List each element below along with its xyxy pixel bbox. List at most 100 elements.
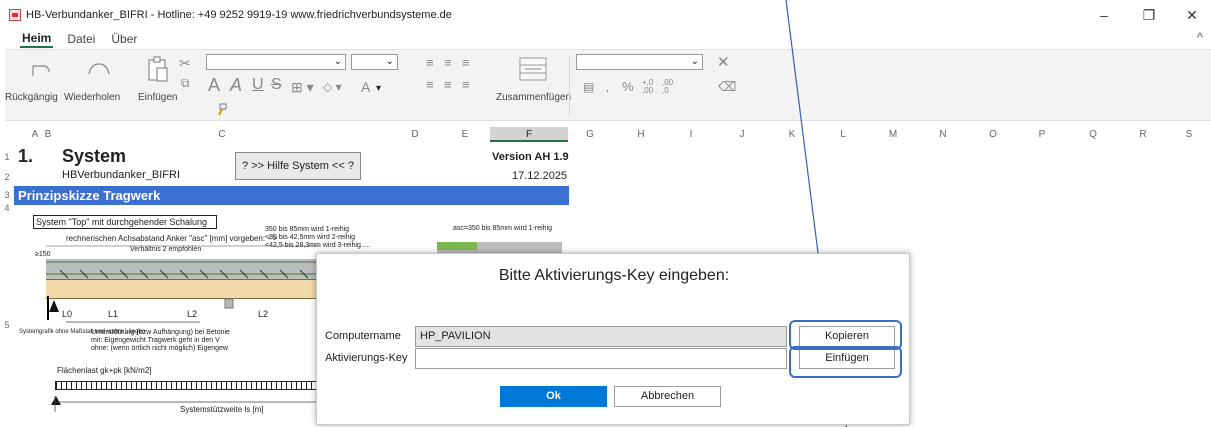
column-header-f[interactable]: F: [490, 127, 568, 142]
ok-button[interactable]: Ok: [500, 386, 607, 407]
font-color-icon[interactable]: A: [361, 78, 370, 96]
window-title: HB-Verbundanker_BIFRI - Hotline: +49 925…: [26, 9, 452, 21]
surface-load-label: Flächenlast gk+pk [kN/m2]: [57, 366, 152, 375]
column-header-c[interactable]: C: [215, 127, 229, 142]
date-label: 17.12.2025: [512, 170, 568, 182]
section-title: System: [62, 146, 127, 166]
row-header-3[interactable]: 3: [0, 190, 14, 200]
close-button[interactable]: ✕: [1173, 0, 1211, 30]
column-header-l[interactable]: L: [836, 127, 850, 142]
align-right-icon[interactable]: ≡: [462, 76, 470, 94]
column-header-d[interactable]: D: [408, 127, 422, 142]
column-header-m[interactable]: M: [886, 127, 900, 142]
merge-cells-icon[interactable]: [519, 57, 547, 81]
align-middle-icon[interactable]: ≡: [444, 54, 452, 72]
cancel-button[interactable]: Abbrechen: [614, 386, 721, 407]
eraser-icon[interactable]: ⌫: [718, 78, 736, 96]
redo-icon[interactable]: [87, 58, 111, 80]
column-header-h[interactable]: H: [634, 127, 648, 142]
italic-icon[interactable]: A: [230, 76, 242, 94]
paste-button-highlight: [789, 346, 902, 378]
support-note-2: mit: Eigengewicht Tragwerk geht in den V: [91, 337, 220, 344]
font-family-select[interactable]: ⌄: [206, 54, 346, 70]
timber-beam: [46, 279, 326, 299]
column-header-r[interactable]: R: [1136, 127, 1150, 142]
undo-icon[interactable]: [29, 58, 53, 80]
align-center-icon[interactable]: ≡: [444, 76, 452, 94]
copy-icon[interactable]: ⧉: [181, 74, 190, 92]
column-header-g[interactable]: G: [583, 127, 597, 142]
undo-label[interactable]: Rückgängig: [5, 92, 58, 103]
menu-bar: Heim Datei Über: [0, 29, 1211, 49]
column-header-p[interactable]: P: [1035, 127, 1049, 142]
column-header-b[interactable]: B: [43, 127, 53, 142]
column-header-i[interactable]: I: [684, 127, 698, 142]
font-color-dropdown-icon[interactable]: ▾: [376, 80, 381, 98]
font-size-select[interactable]: ⌄: [351, 54, 398, 70]
comma-style-icon[interactable]: ‚: [606, 78, 609, 96]
tab-datei[interactable]: Datei: [65, 32, 97, 46]
font-grow-icon[interactable]: A: [208, 76, 220, 94]
align-left-icon[interactable]: ≡: [426, 76, 434, 94]
align-bottom-icon[interactable]: ≡: [462, 54, 470, 72]
anchor-spacing-note: rechnerischen Achsabstand Anker "asc" [m…: [66, 234, 278, 243]
row-header-5[interactable]: 5: [0, 320, 14, 330]
borders-icon[interactable]: ⊞ ▾: [291, 78, 314, 96]
rows-note-right: asc=350 bis 85mm wird 1-reihig: [453, 225, 553, 232]
column-header-q[interactable]: Q: [1086, 127, 1100, 142]
computer-name-label: Computername: [325, 330, 401, 342]
column-header-o[interactable]: O: [986, 127, 1000, 142]
dialog-heading: Bitte Aktivierungs-Key eingeben:: [498, 267, 730, 284]
tab-ueber[interactable]: Über: [109, 32, 139, 46]
activation-key-label: Aktivierungs-Key: [325, 352, 408, 364]
minimize-button[interactable]: –: [1085, 0, 1123, 30]
activation-key-input[interactable]: [415, 348, 787, 369]
row-header-2[interactable]: 2: [0, 172, 14, 182]
computer-name-field[interactable]: HP_PAVILION: [415, 326, 787, 347]
redo-label[interactable]: Wiederholen: [64, 92, 120, 103]
restore-button[interactable]: ❐: [1130, 0, 1168, 30]
rows-note-3: <42,5 bis 28,3mm wird 3-reihig.....: [265, 242, 371, 249]
surface-load-bar: [55, 381, 320, 390]
increase-decimal-icon[interactable]: +,0 ,00: [642, 79, 653, 95]
format-painter-icon[interactable]: [215, 103, 229, 117]
paste-icon[interactable]: [146, 56, 170, 84]
merge-label[interactable]: Zusammenfügen: [496, 92, 571, 103]
number-format-select[interactable]: ⌄: [576, 54, 703, 70]
column-header-n[interactable]: N: [936, 127, 950, 142]
rows-note-2: <85 bis 42,5mm wird 2-reihig: [265, 234, 356, 241]
support-note-3: ohne: (wenn örtlich nicht möglich) Eigen…: [91, 345, 228, 352]
column-header-k[interactable]: K: [785, 127, 799, 142]
tab-heim[interactable]: Heim: [20, 30, 54, 48]
column-header-e[interactable]: E: [458, 127, 472, 142]
column-header-s[interactable]: S: [1182, 127, 1196, 142]
strikethrough-icon[interactable]: S: [271, 76, 282, 94]
app-icon: [9, 9, 21, 21]
percent-style-icon[interactable]: %: [622, 78, 634, 96]
paste-label[interactable]: Einfügen: [138, 92, 177, 103]
accounting-format-icon[interactable]: ▤: [583, 78, 594, 96]
column-header-a[interactable]: A: [30, 127, 40, 142]
concrete-slab: [46, 259, 326, 279]
version-label: Version AH 1.9: [492, 151, 569, 163]
span-l0-label: L0: [62, 309, 73, 319]
support-note-1: Unterstützung (bzw Aufhängung) bei Beton…: [91, 329, 230, 336]
ratio-note: Verhältnis 2 empfohlen: [130, 246, 202, 253]
clear-icon[interactable]: ✕: [717, 54, 730, 72]
rows-note-1: 350 bis 85mm wird 1-reihig: [265, 226, 350, 233]
span-l2-label: L2: [187, 309, 198, 319]
help-system-button[interactable]: ? >> Hilfe System << ?: [235, 152, 361, 180]
collapse-ribbon-icon[interactable]: ^: [1197, 30, 1203, 45]
column-header-j[interactable]: J: [735, 127, 749, 142]
row-header-1[interactable]: 1: [0, 152, 14, 162]
cut-icon[interactable]: ✂: [179, 54, 191, 72]
align-top-icon[interactable]: ≡: [426, 54, 434, 72]
span-l2-label-second: L2: [258, 309, 269, 319]
fill-color-icon[interactable]: ◇ ▾: [323, 78, 342, 96]
dim-150-label: ≥150: [35, 251, 51, 258]
underline-icon[interactable]: U: [252, 76, 264, 94]
row-header-4[interactable]: 4: [0, 203, 14, 213]
section-number: 1.: [18, 146, 34, 166]
decrease-decimal-icon[interactable]: ,00 ,0: [662, 79, 673, 95]
title-bar: HB-Verbundanker_BIFRI - Hotline: +49 925…: [0, 0, 1211, 30]
